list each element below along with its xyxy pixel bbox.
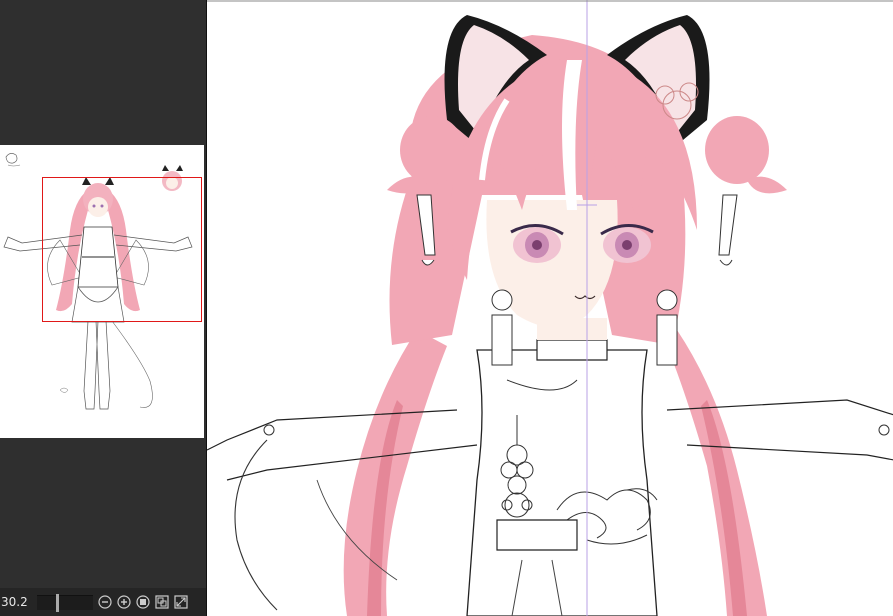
- fit-window-icon[interactable]: [174, 595, 188, 609]
- zoom-slider[interactable]: [37, 593, 93, 612]
- zoom-value[interactable]: 30.2: [0, 595, 31, 609]
- navigator-preview[interactable]: [0, 145, 204, 438]
- character-illustration: [207, 0, 893, 616]
- navigator-view-rectangle[interactable]: [42, 177, 202, 322]
- navigator-toolbar: 30.2: [0, 588, 206, 616]
- zoom-in-icon[interactable]: [117, 595, 131, 609]
- actual-size-icon[interactable]: [155, 595, 169, 609]
- left-tassel: [491, 289, 513, 366]
- navigator-panel: 30.2: [0, 0, 206, 616]
- drawing-canvas[interactable]: [206, 0, 893, 616]
- zoom-out-icon[interactable]: [98, 595, 112, 609]
- zoom-slider-thumb[interactable]: [56, 593, 60, 612]
- fit-icon[interactable]: [136, 595, 150, 609]
- right-tassel: [656, 289, 678, 366]
